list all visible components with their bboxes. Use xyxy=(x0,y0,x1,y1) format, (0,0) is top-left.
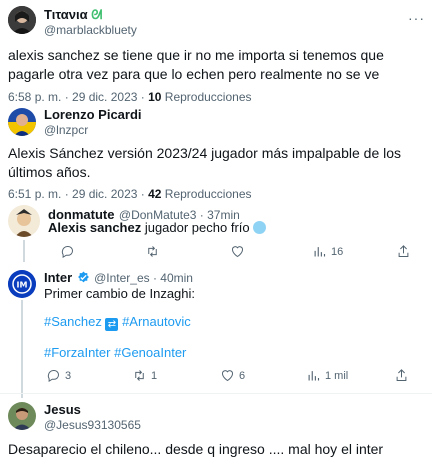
hashtag-link[interactable]: #Arnautovic xyxy=(122,314,191,329)
reply-icon xyxy=(61,245,73,259)
tweet-text-line1: Primer cambio de Inzaghi: xyxy=(44,286,196,301)
hashtag-line: #ForzaInter #GenoaInter xyxy=(44,345,186,360)
views-label: Reproducciones xyxy=(161,90,252,104)
hashtag-link[interactable]: #GenoaInter xyxy=(114,345,186,360)
tweet-text: alexis sanchez se tiene que ir no me imp… xyxy=(8,47,384,82)
retweet-icon xyxy=(148,246,157,257)
heart-icon xyxy=(232,246,243,258)
views-icon xyxy=(308,371,320,381)
tweet-text-bold: Alexis sanchez xyxy=(48,220,142,235)
retweet-button[interactable]: 1 xyxy=(132,368,157,383)
reply-icon xyxy=(47,369,59,383)
share-icon xyxy=(398,245,409,257)
avatar[interactable] xyxy=(8,108,36,136)
views-button[interactable]: 16 xyxy=(312,244,343,259)
cold-face-emoji-icon xyxy=(253,221,267,234)
more-options-button[interactable]: ··· xyxy=(408,10,425,26)
tweet-text: Desaparecio el chileno... desde q ingres… xyxy=(8,441,384,457)
reply-button[interactable] xyxy=(60,244,75,259)
hashtag-line: #Sanchez ⇄ #Arnautovic xyxy=(44,314,191,331)
tweet-text-rest: jugador pecho frío xyxy=(141,220,250,235)
share-icon xyxy=(396,369,407,381)
action-bar: 16 xyxy=(48,244,428,260)
avatar[interactable] xyxy=(8,6,36,34)
leaf-icon: ᘛ xyxy=(91,7,103,22)
views-label: Reproducciones xyxy=(161,187,252,201)
like-button[interactable]: 6 xyxy=(220,368,245,383)
svg-text:IM: IM xyxy=(17,281,28,290)
inter-logo-icon: IM xyxy=(8,270,36,298)
views-count: 42 xyxy=(148,187,162,201)
thread-line xyxy=(21,300,23,398)
author-name[interactable]: Lorenzo Picardi xyxy=(44,107,142,122)
retweet-count: 1 xyxy=(151,369,158,382)
heart-icon xyxy=(222,370,233,382)
views-count: 1 mil xyxy=(325,369,349,382)
views-icon xyxy=(314,247,326,257)
views-count: 10 xyxy=(148,90,162,104)
timestamp[interactable]: 6:58 p. m. · 29 dic. 2023 · xyxy=(8,90,148,104)
author-name[interactable]: Τιτανια ᘛ xyxy=(44,7,102,23)
timestamp[interactable]: 6:51 p. m. · 29 dic. 2023 · xyxy=(8,187,148,201)
avatar[interactable] xyxy=(8,402,36,430)
tweet-meta: 6:51 p. m. · 29 dic. 2023 · 42 Reproducc… xyxy=(8,187,252,201)
like-count: 6 xyxy=(239,369,246,382)
author-name[interactable]: Jesus xyxy=(44,402,81,417)
share-button[interactable] xyxy=(394,368,409,383)
action-bar: 3 1 6 1 mil xyxy=(44,368,428,384)
like-button[interactable] xyxy=(230,244,245,259)
retweet-button[interactable] xyxy=(145,244,160,259)
author-handle[interactable]: @marblackbluety xyxy=(44,23,137,37)
avatar[interactable] xyxy=(8,205,40,237)
thread-line xyxy=(23,240,25,262)
tweet-text: Alexis Sánchez versión 2023/24 jugador m… xyxy=(8,145,402,180)
avatar[interactable]: IM xyxy=(8,270,36,298)
share-button[interactable] xyxy=(396,244,411,259)
views-button[interactable]: 1 mil xyxy=(306,368,348,383)
views-count: 16 xyxy=(331,245,344,258)
author-name-text[interactable]: Τιτανια xyxy=(44,7,88,22)
author-handle[interactable]: @Inter_es · 40min xyxy=(94,271,193,285)
divider xyxy=(0,393,432,394)
retweet-icon xyxy=(135,370,144,381)
substitution-arrows-icon: ⇄ xyxy=(105,318,119,331)
reply-count: 3 xyxy=(65,369,72,382)
tweet-meta: 6:58 p. m. · 29 dic. 2023 · 10 Reproducc… xyxy=(8,90,252,104)
tweet-text: Alexis sanchez jugador pecho frío xyxy=(48,220,267,235)
hashtag-link[interactable]: #ForzaInter xyxy=(44,345,110,360)
hashtag-link[interactable]: #Sanchez xyxy=(44,314,102,329)
reply-button[interactable]: 3 xyxy=(46,368,71,383)
author-name[interactable]: Inter xyxy=(44,270,72,285)
author-handle[interactable]: @lnzpcr xyxy=(44,123,88,137)
author-handle[interactable]: @Jesus93130565 xyxy=(44,418,141,432)
